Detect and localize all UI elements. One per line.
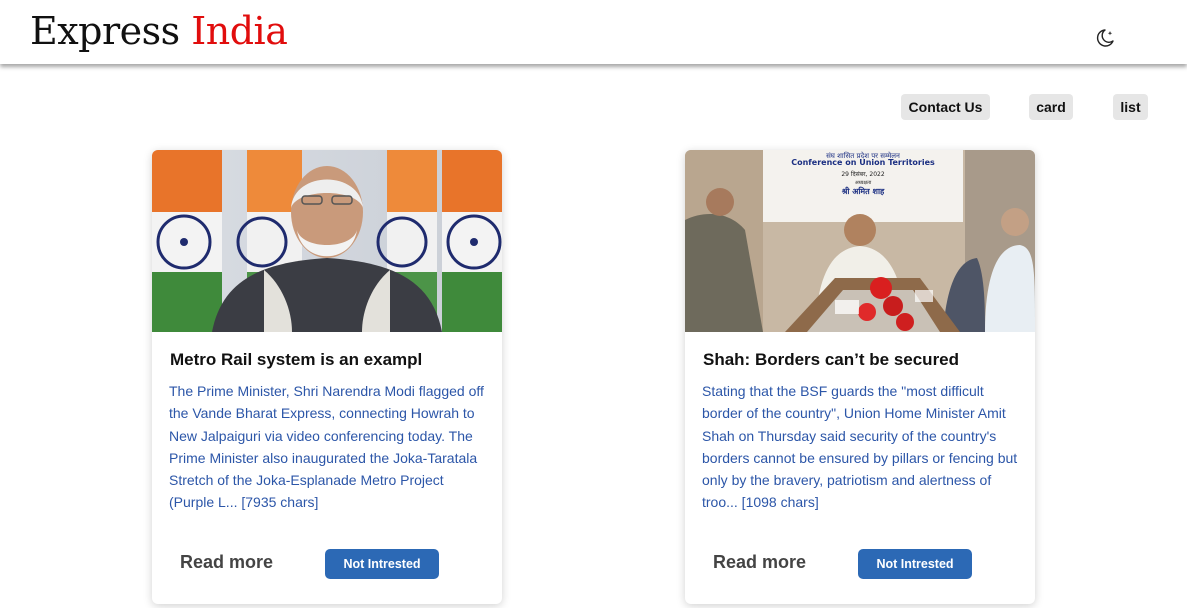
banner-line-5: श्री अमित शाह — [841, 186, 885, 196]
news-card: Metro Rail system is an exampl The Prime… — [152, 150, 502, 604]
contact-us-button[interactable]: Contact Us — [901, 94, 990, 120]
moon-star-icon[interactable] — [1094, 27, 1116, 49]
list-view-button[interactable]: list — [1113, 94, 1148, 120]
card-title: Shah: Borders can’t be secured — [703, 350, 960, 369]
news-card: संघ शासित प्रदेश पर सम्मेलन Conference o… — [685, 150, 1035, 604]
banner-line-3: 29 दिसंबर, 2022 — [841, 170, 884, 178]
news-thumbnail-image[interactable]: संघ शासित प्रदेश पर सम्मेलन Conference o… — [685, 150, 1035, 332]
not-interested-button[interactable]: Not Intrested — [858, 549, 972, 579]
card-title: Metro Rail system is an exampl — [170, 350, 423, 369]
not-interested-button[interactable]: Not Intrested — [325, 549, 439, 579]
read-more-link[interactable]: Read more — [713, 552, 806, 573]
read-more-link[interactable]: Read more — [180, 552, 273, 573]
top-bar: Express India — [0, 0, 1187, 64]
news-thumbnail-image[interactable] — [152, 150, 502, 332]
brand-accent-text: India — [191, 9, 288, 53]
card-description: Stating that the BSF guards the "most di… — [702, 383, 1018, 511]
banner-line-4: अध्यक्षता — [855, 180, 872, 186]
card-view-button[interactable]: card — [1029, 94, 1073, 120]
card-description: The Prime Minister, Shri Narendra Modi f… — [169, 383, 484, 511]
site-logo[interactable]: Express India — [30, 8, 288, 54]
brand-main-text: Express — [30, 9, 180, 53]
banner-line-2: Conference on Union Territories — [791, 158, 935, 167]
